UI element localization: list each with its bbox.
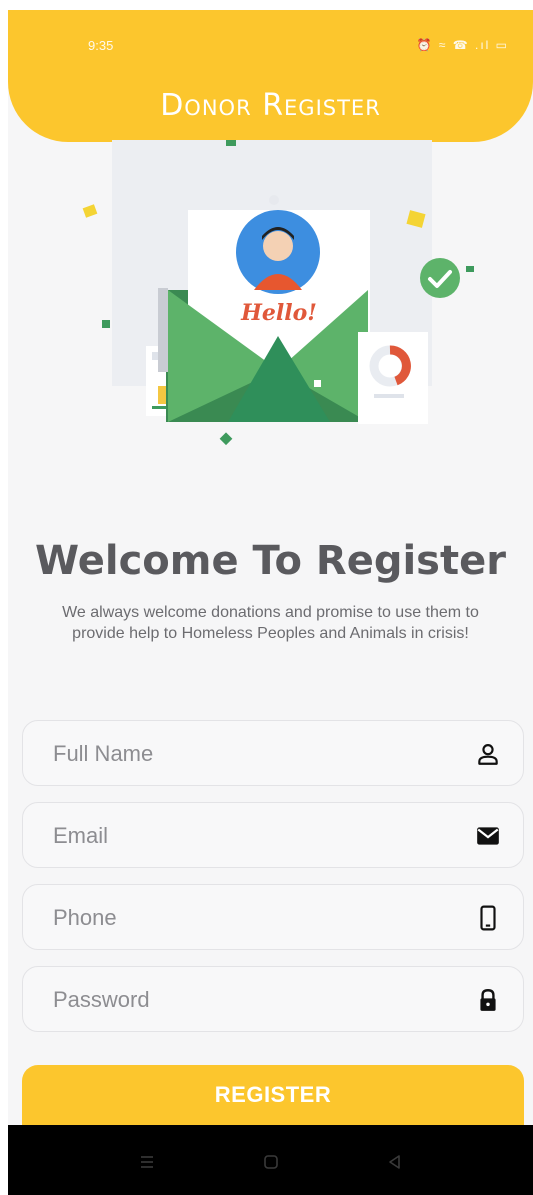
welcome-description: We always welcome donations and promise … <box>62 604 479 642</box>
page-title: Donor Register <box>160 88 381 123</box>
confetti-green-right <box>466 266 474 272</box>
home-square-icon <box>264 1155 278 1169</box>
password-input[interactable] <box>51 967 455 1033</box>
lock-icon <box>480 989 496 1011</box>
email-field[interactable] <box>22 802 524 869</box>
menu-icon <box>141 1156 153 1168</box>
confetti-green-left <box>102 320 110 328</box>
password-field[interactable] <box>22 966 524 1033</box>
home-button[interactable] <box>256 1147 286 1177</box>
phone-icon <box>480 905 496 931</box>
email-input[interactable] <box>51 803 455 869</box>
confetti-top <box>226 140 236 146</box>
confetti-yellow-left <box>82 204 98 218</box>
hello-text: Hello! <box>240 300 317 326</box>
phone-field[interactable] <box>22 884 524 951</box>
app-screen: 9:35 ⏰ ≈ ☎ .ıl ▭ Donor Register Hello! W… <box>8 10 533 1195</box>
hello-envelope-illustration: Hello! <box>82 140 474 446</box>
full-name-input[interactable] <box>51 721 455 787</box>
check-badge-icon <box>420 258 460 298</box>
phone-input[interactable] <box>51 885 455 951</box>
system-nav-bar <box>8 1125 533 1195</box>
app-header: 9:35 ⏰ ≈ ☎ .ıl ▭ Donor Register <box>8 10 533 142</box>
status-icons: ⏰ ≈ ☎ .ıl ▭ <box>416 38 509 52</box>
confetti-green-bottom <box>219 432 233 446</box>
register-button[interactable]: REGISTER <box>22 1065 524 1125</box>
mail-icon <box>477 827 499 845</box>
status-bar: 9:35 ⏰ ≈ ☎ .ıl ▭ <box>8 10 533 60</box>
status-time: 9:35 <box>88 38 114 53</box>
full-name-field[interactable] <box>22 720 524 787</box>
recent-apps-button[interactable] <box>132 1147 162 1177</box>
user-icon <box>478 744 498 765</box>
welcome-title: Welcome To Register <box>35 538 506 584</box>
back-button[interactable] <box>380 1147 410 1177</box>
back-triangle-icon <box>389 1155 400 1169</box>
